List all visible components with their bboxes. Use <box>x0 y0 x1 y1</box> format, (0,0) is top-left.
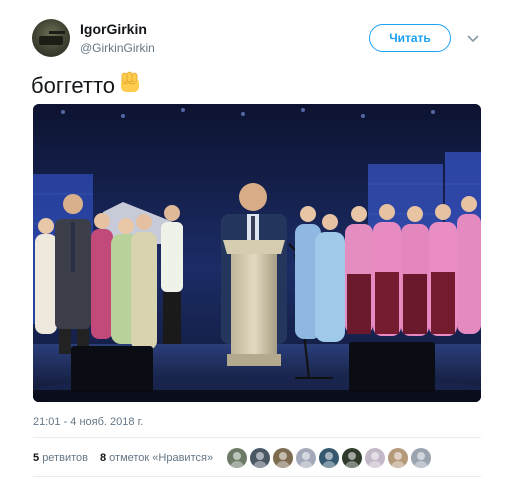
likes-count: 8 <box>99 452 107 464</box>
liker-avatar-8[interactable] <box>388 448 408 468</box>
liker-avatar-7[interactable] <box>365 448 385 468</box>
avatar-shoulders-shape <box>276 461 290 468</box>
liker-avatar-5[interactable] <box>319 448 339 468</box>
retweets-stat[interactable]: 5 ретвитов <box>33 452 88 464</box>
user-avatar-icon <box>279 452 287 460</box>
more-options-chevron-icon[interactable] <box>466 32 480 44</box>
tweet-text: боггетто <box>31 73 116 98</box>
profile-avatar[interactable] <box>32 19 70 57</box>
display-name[interactable]: IgorGirkin <box>80 21 147 37</box>
avatar-shoulders-shape <box>253 461 267 468</box>
avatar-shoulders-shape <box>322 461 336 468</box>
avatar-shoulders-shape <box>368 461 382 468</box>
liker-avatar-1[interactable] <box>227 448 247 468</box>
tweet-stats: 5 ретвитов 8 отметок «Нравится» <box>33 452 213 464</box>
stage-photo-illustration <box>33 104 481 402</box>
avatar-shoulders-shape <box>299 461 313 468</box>
liker-avatar-4[interactable] <box>296 448 316 468</box>
tweet-timestamp[interactable]: 21:01 - 4 нояб. 2018 г. <box>33 416 143 428</box>
user-avatar-icon <box>417 452 425 460</box>
user-avatar-icon <box>256 452 264 460</box>
liker-avatar-3[interactable] <box>273 448 293 468</box>
follow-button[interactable]: Читать <box>369 24 451 52</box>
liker-avatars <box>227 448 431 468</box>
avatar-tank-shape <box>39 36 63 45</box>
raised-fist-icon <box>117 70 143 102</box>
liker-avatar-9[interactable] <box>411 448 431 468</box>
tweet-photo[interactable] <box>33 104 481 402</box>
liker-avatar-2[interactable] <box>250 448 270 468</box>
user-avatar-icon <box>348 452 356 460</box>
avatar-shoulders-shape <box>414 461 428 468</box>
user-avatar-icon <box>394 452 402 460</box>
divider-top <box>33 437 481 438</box>
retweets-label: ретвитов <box>42 452 88 464</box>
user-avatar-icon <box>302 452 310 460</box>
liker-avatar-6[interactable] <box>342 448 362 468</box>
avatar-barrel-shape <box>49 31 65 34</box>
user-avatar-icon <box>233 452 241 460</box>
user-avatar-icon <box>371 452 379 460</box>
divider-bottom <box>33 476 481 477</box>
user-handle[interactable]: @GirkinGirkin <box>80 41 155 55</box>
avatar-shoulders-shape <box>391 461 405 468</box>
retweets-count: 5 <box>33 452 40 464</box>
likes-stat[interactable]: 8 отметок «Нравится» <box>100 452 213 464</box>
user-avatar-icon <box>325 452 333 460</box>
likes-label: отметок «Нравится» <box>109 452 214 464</box>
tweet-text-row: боггетто <box>31 70 143 102</box>
avatar-shoulders-shape <box>345 461 359 468</box>
avatar-shoulders-shape <box>230 461 244 468</box>
